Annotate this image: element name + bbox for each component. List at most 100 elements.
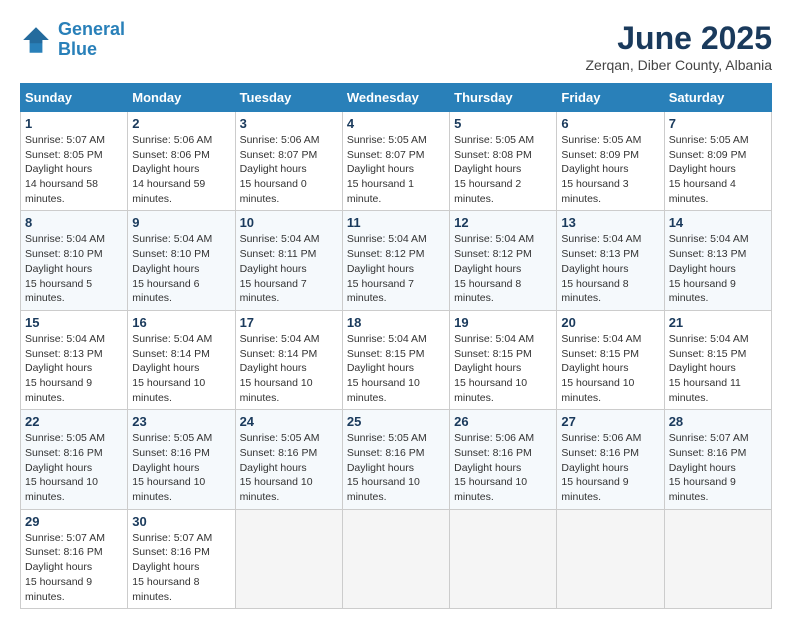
day-number: 1 [25, 116, 123, 131]
day-detail: Sunrise: 5:05 AMSunset: 8:08 PMDaylight … [454, 133, 552, 206]
day-detail: Sunrise: 5:04 AMSunset: 8:12 PMDaylight … [347, 232, 445, 305]
calendar-cell: 24 Sunrise: 5:05 AMSunset: 8:16 PMDayligh… [235, 410, 342, 509]
calendar-cell: 25 Sunrise: 5:05 AMSunset: 8:16 PMDayligh… [342, 410, 449, 509]
day-number: 3 [240, 116, 338, 131]
calendar-header: SundayMondayTuesdayWednesdayThursdayFrid… [21, 84, 772, 112]
day-detail: Sunrise: 5:06 AMSunset: 8:06 PMDaylight … [132, 133, 230, 206]
day-detail: Sunrise: 5:04 AMSunset: 8:10 PMDaylight … [132, 232, 230, 305]
day-number: 12 [454, 215, 552, 230]
day-detail: Sunrise: 5:05 AMSunset: 8:07 PMDaylight … [347, 133, 445, 206]
day-number: 2 [132, 116, 230, 131]
calendar-cell: 10 Sunrise: 5:04 AMSunset: 8:11 PMDayligh… [235, 211, 342, 310]
day-number: 29 [25, 514, 123, 529]
day-number: 23 [132, 414, 230, 429]
header-day: Wednesday [342, 84, 449, 112]
calendar-week-row: 29 Sunrise: 5:07 AMSunset: 8:16 PMDayligh… [21, 509, 772, 608]
calendar-week-row: 22Sunrise: 5:05 AMSunset: 8:16 PMDayligh… [21, 410, 772, 509]
calendar-cell: 1 Sunrise: 5:07 AMSunset: 8:05 PMDaylight… [21, 112, 128, 211]
day-number: 8 [25, 215, 123, 230]
calendar-cell: 9 Sunrise: 5:04 AMSunset: 8:10 PMDaylight… [128, 211, 235, 310]
calendar-cell: 27Sunrise: 5:06 AMSunset: 8:16 PMDayligh… [557, 410, 664, 509]
day-number: 25 [347, 414, 445, 429]
page-header: General Blue June 2025 Zerqan, Diber Cou… [20, 20, 772, 73]
day-detail: Sunrise: 5:04 AMSunset: 8:11 PMDaylight … [240, 232, 338, 305]
day-detail: Sunrise: 5:04 AMSunset: 8:15 PMDaylight … [347, 332, 445, 405]
calendar-cell: 2 Sunrise: 5:06 AMSunset: 8:06 PMDaylight… [128, 112, 235, 211]
day-number: 9 [132, 215, 230, 230]
calendar-cell: 11Sunrise: 5:04 AMSunset: 8:12 PMDayligh… [342, 211, 449, 310]
header-day: Sunday [21, 84, 128, 112]
day-number: 6 [561, 116, 659, 131]
day-detail: Sunrise: 5:05 AMSunset: 8:09 PMDaylight … [669, 133, 767, 206]
page-title: June 2025 [585, 20, 772, 57]
calendar-cell [450, 509, 557, 608]
day-number: 7 [669, 116, 767, 131]
day-detail: Sunrise: 5:04 AMSunset: 8:15 PMDaylight … [454, 332, 552, 405]
day-detail: Sunrise: 5:04 AMSunset: 8:12 PMDaylight … [454, 232, 552, 305]
day-detail: Sunrise: 5:04 AMSunset: 8:14 PMDaylight … [132, 332, 230, 405]
day-number: 26 [454, 414, 552, 429]
header-day: Tuesday [235, 84, 342, 112]
day-number: 18 [347, 315, 445, 330]
day-number: 24 [240, 414, 338, 429]
day-detail: Sunrise: 5:07 AMSunset: 8:16 PMDaylight … [669, 431, 767, 504]
header-day: Saturday [664, 84, 771, 112]
header-day: Monday [128, 84, 235, 112]
day-number: 4 [347, 116, 445, 131]
calendar-week-row: 8 Sunrise: 5:04 AMSunset: 8:10 PMDaylight… [21, 211, 772, 310]
day-detail: Sunrise: 5:06 AMSunset: 8:07 PMDaylight … [240, 133, 338, 206]
day-detail: Sunrise: 5:04 AMSunset: 8:15 PMDaylight … [669, 332, 767, 405]
day-detail: Sunrise: 5:07 AMSunset: 8:05 PMDaylight … [25, 133, 123, 206]
day-detail: Sunrise: 5:06 AMSunset: 8:16 PMDaylight … [454, 431, 552, 504]
calendar-cell: 13 Sunrise: 5:04 AMSunset: 8:13 PMDayligh… [557, 211, 664, 310]
calendar-cell: 22Sunrise: 5:05 AMSunset: 8:16 PMDayligh… [21, 410, 128, 509]
day-number: 13 [561, 215, 659, 230]
day-number: 17 [240, 315, 338, 330]
calendar-cell: 21 Sunrise: 5:04 AMSunset: 8:15 PMDayligh… [664, 310, 771, 409]
calendar-cell: 3 Sunrise: 5:06 AMSunset: 8:07 PMDaylight… [235, 112, 342, 211]
title-area: June 2025 Zerqan, Diber County, Albania [585, 20, 772, 73]
calendar-cell [342, 509, 449, 608]
calendar-table: SundayMondayTuesdayWednesdayThursdayFrid… [20, 83, 772, 609]
calendar-cell [235, 509, 342, 608]
calendar-cell [664, 509, 771, 608]
day-number: 27 [561, 414, 659, 429]
calendar-cell: 18 Sunrise: 5:04 AMSunset: 8:15 PMDayligh… [342, 310, 449, 409]
day-detail: Sunrise: 5:04 AMSunset: 8:13 PMDaylight … [25, 332, 123, 405]
calendar-cell: 7 Sunrise: 5:05 AMSunset: 8:09 PMDaylight… [664, 112, 771, 211]
day-number: 10 [240, 215, 338, 230]
calendar-cell: 26 Sunrise: 5:06 AMSunset: 8:16 PMDayligh… [450, 410, 557, 509]
day-detail: Sunrise: 5:05 AMSunset: 8:16 PMDaylight … [347, 431, 445, 504]
calendar-cell: 20Sunrise: 5:04 AMSunset: 8:15 PMDayligh… [557, 310, 664, 409]
day-detail: Sunrise: 5:05 AMSunset: 8:16 PMDaylight … [240, 431, 338, 504]
header-day: Thursday [450, 84, 557, 112]
day-detail: Sunrise: 5:07 AMSunset: 8:16 PMDaylight … [25, 531, 123, 604]
day-number: 5 [454, 116, 552, 131]
calendar-cell: 29 Sunrise: 5:07 AMSunset: 8:16 PMDayligh… [21, 509, 128, 608]
day-detail: Sunrise: 5:05 AMSunset: 8:09 PMDaylight … [561, 133, 659, 206]
day-number: 19 [454, 315, 552, 330]
logo-icon [20, 24, 52, 56]
calendar-week-row: 15Sunrise: 5:04 AMSunset: 8:13 PMDayligh… [21, 310, 772, 409]
calendar-cell: 16Sunrise: 5:04 AMSunset: 8:14 PMDayligh… [128, 310, 235, 409]
day-detail: Sunrise: 5:04 AMSunset: 8:10 PMDaylight … [25, 232, 123, 305]
calendar-cell: 15Sunrise: 5:04 AMSunset: 8:13 PMDayligh… [21, 310, 128, 409]
day-number: 30 [132, 514, 230, 529]
calendar-week-row: 1 Sunrise: 5:07 AMSunset: 8:05 PMDaylight… [21, 112, 772, 211]
day-detail: Sunrise: 5:04 AMSunset: 8:14 PMDaylight … [240, 332, 338, 405]
day-detail: Sunrise: 5:05 AMSunset: 8:16 PMDaylight … [132, 431, 230, 504]
page-subtitle: Zerqan, Diber County, Albania [585, 57, 772, 73]
header-day: Friday [557, 84, 664, 112]
calendar-cell: 6 Sunrise: 5:05 AMSunset: 8:09 PMDaylight… [557, 112, 664, 211]
day-number: 28 [669, 414, 767, 429]
header-row: SundayMondayTuesdayWednesdayThursdayFrid… [21, 84, 772, 112]
calendar-cell: 5 Sunrise: 5:05 AMSunset: 8:08 PMDaylight… [450, 112, 557, 211]
calendar-cell: 28 Sunrise: 5:07 AMSunset: 8:16 PMDayligh… [664, 410, 771, 509]
day-detail: Sunrise: 5:04 AMSunset: 8:13 PMDaylight … [561, 232, 659, 305]
logo-text: General Blue [58, 20, 125, 60]
calendar-cell: 17 Sunrise: 5:04 AMSunset: 8:14 PMDayligh… [235, 310, 342, 409]
day-detail: Sunrise: 5:05 AMSunset: 8:16 PMDaylight … [25, 431, 123, 504]
calendar-cell [557, 509, 664, 608]
calendar-cell: 8 Sunrise: 5:04 AMSunset: 8:10 PMDaylight… [21, 211, 128, 310]
day-number: 21 [669, 315, 767, 330]
